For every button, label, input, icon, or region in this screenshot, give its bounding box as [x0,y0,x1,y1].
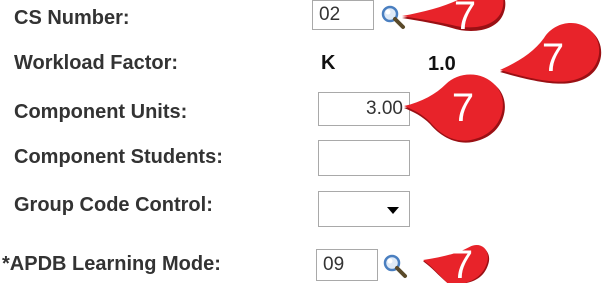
group-code-control-label: Group Code Control: [14,194,213,216]
apdb-learning-mode-input[interactable]: 09 [316,249,378,281]
cs-number-input[interactable]: 02 [312,0,374,30]
workload-factor-callout-number: 7 [541,36,565,80]
component-units-callout-number: 7 [451,86,475,130]
cs-number-label: CS Number: [14,7,130,29]
component-students-input[interactable] [318,140,410,176]
chevron-down-icon [387,207,399,214]
group-code-control-select[interactable] [318,191,410,227]
component-units-label: Component Units: [14,101,188,123]
workload-factor-label: Workload Factor: [14,52,179,74]
workload-factor-code: K [321,52,336,74]
cs-number-callout-number: 7 [453,0,477,38]
component-units-input[interactable]: 3.00 [318,92,410,126]
apdb-learning-mode-label: *APDB Learning Mode: [2,253,221,275]
apdb-learning-mode-callout-number: 7 [450,243,474,287]
component-students-label: Component Students: [14,146,223,168]
